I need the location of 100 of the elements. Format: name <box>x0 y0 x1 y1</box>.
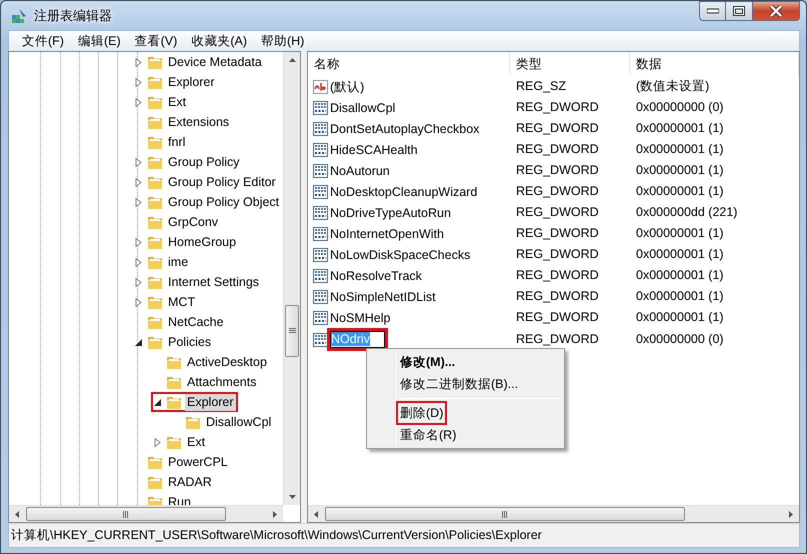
folder-icon <box>166 374 183 390</box>
menu-item[interactable]: 收藏夹(A) <box>184 32 254 50</box>
tree-item[interactable]: Policies <box>166 334 214 350</box>
registry-editor-icon <box>10 6 28 24</box>
value-name[interactable]: NoInternetOpenWith <box>330 226 444 242</box>
value-name[interactable]: DontSetAutoplayCheckbox <box>330 120 480 136</box>
tree-item[interactable]: Ext <box>166 94 188 110</box>
tree-item[interactable]: HomeGroup <box>166 234 238 250</box>
folder-icon <box>147 54 164 70</box>
binary-value-icon <box>312 332 329 348</box>
binary-value-icon <box>312 184 329 200</box>
menu-item[interactable]: 编辑(E) <box>70 32 128 50</box>
context-menu-item[interactable]: 修改二进制数据(B)... <box>396 372 522 396</box>
folder-icon <box>147 214 164 230</box>
menu-item[interactable]: 文件(F) <box>15 32 71 50</box>
value-name[interactable]: NoLowDiskSpaceChecks <box>330 246 470 262</box>
column-header[interactable]: 名称 <box>308 52 510 74</box>
value-data: 0x00000001 (1) <box>635 225 725 242</box>
minimize-button[interactable] <box>699 1 726 21</box>
binary-value-icon <box>312 162 329 178</box>
value-name[interactable]: NoDriveTypeAutoRun <box>330 204 451 220</box>
close-button[interactable] <box>753 1 800 21</box>
tree-item[interactable]: Group Policy Editor <box>166 174 278 190</box>
tree-item[interactable]: DisallowCpl <box>204 414 274 430</box>
value-type: REG_DWORD <box>515 225 600 242</box>
expand-arrow-icon[interactable] <box>134 298 143 306</box>
tree-item[interactable]: GrpConv <box>166 214 220 230</box>
collapse-arrow-icon[interactable] <box>153 398 162 406</box>
horizontal-scrollbar[interactable] <box>9 505 283 522</box>
tree-item[interactable]: Explorer <box>166 74 217 90</box>
folder-icon <box>147 134 164 150</box>
folder-icon <box>166 354 183 370</box>
expand-arrow-icon[interactable] <box>134 278 143 286</box>
scroll-thumb[interactable] <box>26 507 226 521</box>
expand-arrow-icon[interactable] <box>134 238 143 246</box>
value-type: REG_DWORD <box>515 246 600 264</box>
tree-item[interactable]: Device Metadata <box>166 54 264 70</box>
context-menu-item[interactable]: 修改(M)... <box>396 350 460 374</box>
expand-arrow-icon[interactable] <box>153 438 162 446</box>
tree-item[interactable]: Internet Settings <box>166 274 262 290</box>
value-name[interactable]: NoSimpleNetIDList <box>330 288 436 304</box>
horizontal-scrollbar[interactable] <box>308 505 799 522</box>
expand-arrow-icon[interactable] <box>134 58 143 66</box>
expand-arrow-icon[interactable] <box>134 78 143 86</box>
tree-item[interactable]: Group Policy Object <box>166 194 282 210</box>
value-name[interactable]: (默认) <box>330 78 364 94</box>
value-type: REG_DWORD <box>515 288 600 306</box>
value-type: REG_DWORD <box>515 309 600 326</box>
context-menu-item[interactable]: 重命名(R) <box>396 422 460 448</box>
value-type: REG_DWORD <box>515 267 600 284</box>
value-name[interactable]: HideSCAHealth <box>330 142 418 158</box>
tree-item[interactable]: Attachments <box>185 374 258 390</box>
menu-item[interactable]: 帮助(H) <box>254 32 312 50</box>
expand-arrow-icon[interactable] <box>134 158 143 166</box>
folder-icon <box>147 94 164 110</box>
expand-arrow-icon[interactable] <box>134 258 143 266</box>
folder-icon <box>147 334 164 350</box>
tree-item[interactable]: MCT <box>166 294 198 310</box>
expand-arrow-icon[interactable] <box>134 178 143 186</box>
expand-arrow-icon[interactable] <box>134 98 143 106</box>
value-data: 0x00000001 (1) <box>635 120 725 138</box>
folder-icon <box>147 154 164 170</box>
maximize-button[interactable] <box>726 1 753 21</box>
scroll-thumb[interactable] <box>285 305 299 357</box>
value-data: 0x00000001 (1) <box>635 162 725 180</box>
folder-icon <box>147 174 164 190</box>
binary-value-icon <box>312 268 329 284</box>
tree-item[interactable]: Explorer <box>185 394 236 410</box>
status-path: 计算机\HKEY_CURRENT_USER\Software\Microsoft\Windows\CurrentVersion\Policies\Explorer <box>11 527 542 544</box>
value-data: 0x00000001 (1) <box>635 141 725 158</box>
scroll-thumb[interactable] <box>325 507 685 521</box>
tree-item[interactable]: ime <box>166 254 190 270</box>
tree-item[interactable]: RADAR <box>166 474 214 490</box>
tree-item[interactable]: ActiveDesktop <box>185 354 269 370</box>
value-type: REG_DWORD <box>515 331 600 348</box>
folder-icon <box>147 234 164 250</box>
tree-item[interactable]: Extensions <box>166 114 232 130</box>
collapse-arrow-icon[interactable] <box>134 338 143 346</box>
value-data: 0x00000001 (1) <box>635 183 725 200</box>
context-menu-item[interactable]: 删除(D) <box>396 400 448 426</box>
minimize-icon <box>706 8 718 14</box>
tree-item[interactable]: PowerCPL <box>166 454 230 470</box>
column-header[interactable]: 数据 <box>630 52 799 74</box>
value-name[interactable]: NoResolveTrack <box>330 268 422 284</box>
folder-icon <box>147 474 164 490</box>
tree-item[interactable]: NetCache <box>166 314 226 330</box>
value-data: (数值未设置) <box>635 78 710 96</box>
menu-item[interactable]: 查看(V) <box>128 32 184 50</box>
tree-item[interactable]: fnrl <box>166 134 188 150</box>
value-name[interactable]: NoAutorun <box>330 162 390 178</box>
tree-item[interactable]: Ext <box>185 434 208 450</box>
value-type: REG_DWORD <box>515 162 600 180</box>
vertical-scrollbar[interactable] <box>283 52 300 505</box>
expand-arrow-icon[interactable] <box>134 198 143 206</box>
tree-item[interactable]: Group Policy <box>166 154 242 170</box>
value-name[interactable]: NoDesktopCleanupWizard <box>330 184 478 200</box>
value-name[interactable]: DisallowCpl <box>330 100 396 116</box>
value-name[interactable]: NoSMHelp <box>330 310 390 326</box>
value-type: REG_DWORD <box>515 183 600 200</box>
column-header[interactable]: 类型 <box>510 52 630 74</box>
